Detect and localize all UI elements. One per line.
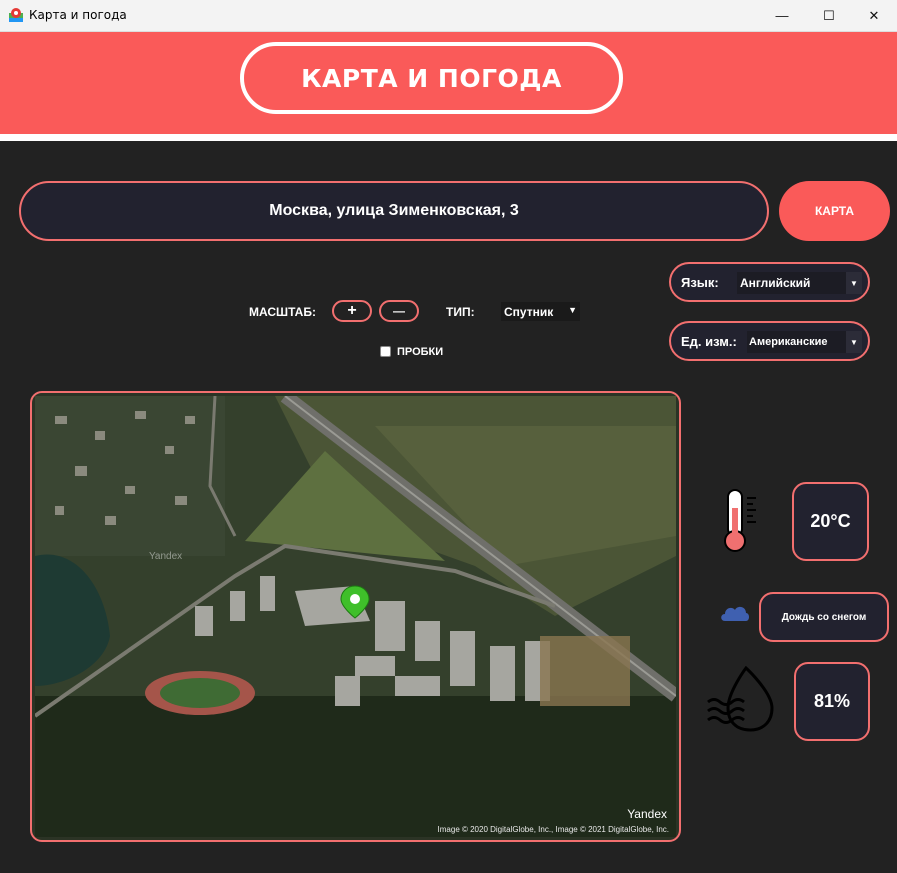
window-titlebar: Карта и погода — ☐ ✕ [0,0,897,32]
units-select[interactable]: Американские ▼ [747,331,862,353]
units-select-group: Ед. изм.: Американские ▼ [669,321,870,361]
header-divider [0,134,897,141]
thermometer-icon [724,489,756,552]
maximize-button[interactable]: ☐ [806,0,852,31]
map-type-value: Спутник [504,304,554,319]
type-label: ТИП: [446,305,475,319]
map-type-select[interactable]: Спутник ▼ [501,302,580,321]
chevron-down-icon: ▼ [568,305,577,315]
humidity-icon [707,666,774,732]
map-pin-icon [9,8,23,22]
language-select-group: Язык: Английский ▼ [669,262,870,302]
window-title: Карта и погода [29,8,127,22]
weather-condition-tile: Дождь со снегом [759,592,889,642]
chevron-down-icon: ▼ [846,272,862,294]
map-brand: Yandex [627,807,667,821]
scale-label: МАСШТАБ: [249,305,316,319]
address-input[interactable]: Москва, улица Зименковская, 3 [19,181,769,241]
language-select[interactable]: Английский ▼ [737,272,862,294]
app-title: КАРТА И ПОГОДА [240,42,623,114]
units-value: Американские [749,336,828,348]
traffic-label: ПРОБКИ [397,346,444,358]
minimize-button[interactable]: — [759,0,805,31]
map-copyright: Image © 2020 DigitalGlobe, Inc., Image ©… [437,825,669,834]
cloud-icon [721,606,749,621]
zoom-in-button[interactable]: + [332,300,372,322]
language-label: Язык: [681,275,719,290]
language-value: Английский [740,276,811,290]
units-label: Ед. изм.: [681,334,737,349]
map-watermark: Yandex [149,551,183,562]
close-button[interactable]: ✕ [851,0,897,31]
temperature-tile: 20°C [792,482,869,561]
map-button[interactable]: КАРТА [779,181,890,241]
traffic-checkbox[interactable] [380,346,391,357]
satellite-map[interactable] [35,396,676,837]
humidity-tile: 81% [794,662,870,741]
chevron-down-icon: ▼ [846,331,862,353]
zoom-out-button[interactable]: — [379,300,419,322]
map-view[interactable]: Yandex Yandex Image © 2020 DigitalGlobe,… [30,391,681,842]
